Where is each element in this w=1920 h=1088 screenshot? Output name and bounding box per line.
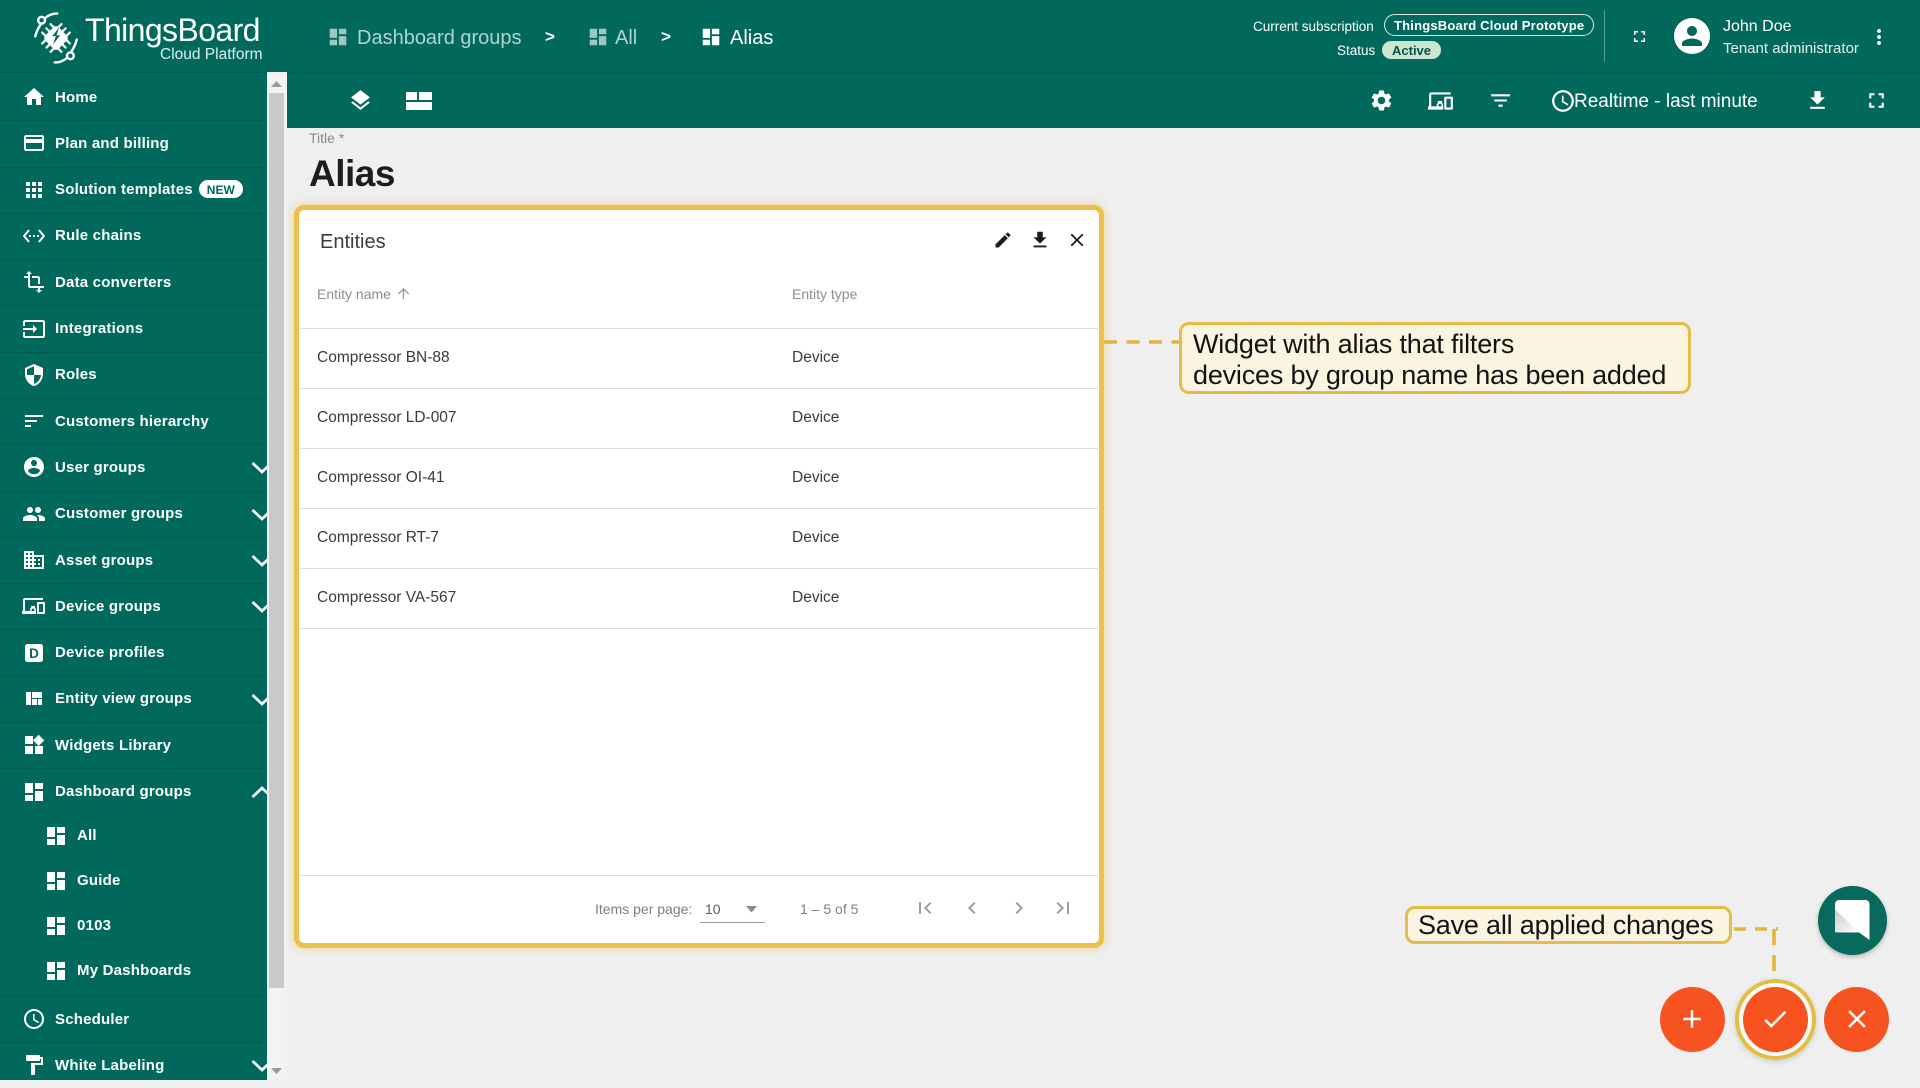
svg-text:D: D (29, 646, 39, 661)
